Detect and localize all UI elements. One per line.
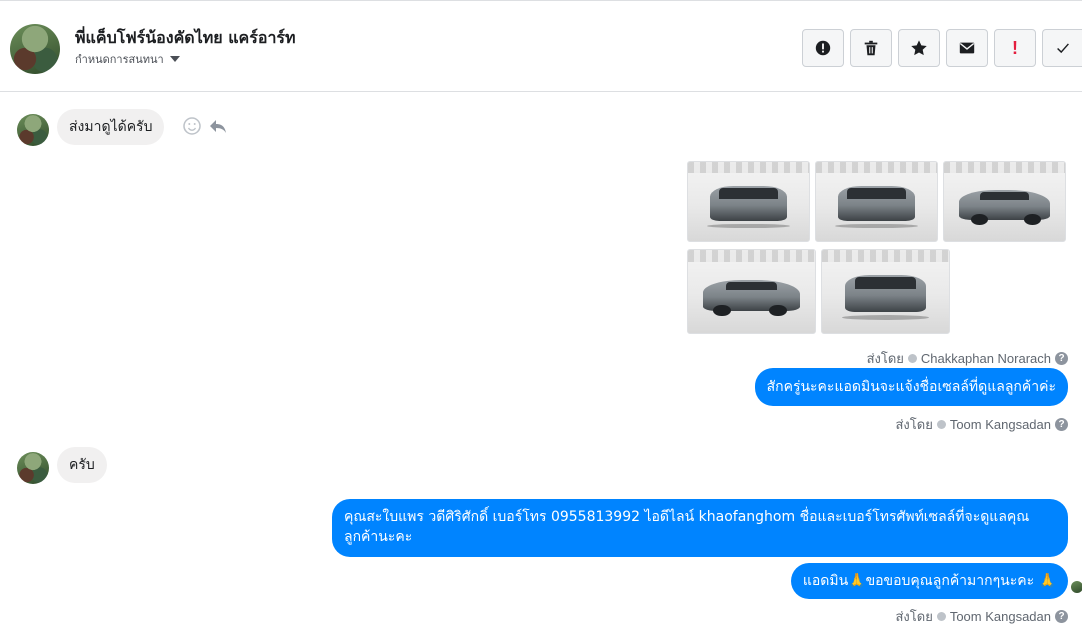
photo-wheel (1023, 214, 1041, 226)
car-photo-side-left[interactable] (687, 249, 816, 334)
envelope-icon (959, 42, 975, 54)
photo-ceiling (822, 250, 949, 262)
reply-icon[interactable] (208, 116, 228, 136)
help-icon[interactable]: ? (1055, 352, 1068, 365)
outgoing-message[interactable]: สักครู่นะคะแอดมินจะแจ้งชื่อเซลล์ที่ดูแลล… (754, 368, 1068, 406)
sender-dot-icon (936, 420, 946, 429)
sent-by-label: ส่งโดย Toom Kangsadan ? (895, 414, 1068, 435)
photo-window (719, 188, 778, 200)
sent-by-name: Chakkaphan Norarach (920, 351, 1051, 366)
sent-by-name: Toom Kangsadan (949, 417, 1051, 432)
car-photo-side-right[interactable] (943, 161, 1066, 242)
trash-icon (864, 40, 878, 56)
sender-avatar[interactable] (17, 114, 49, 146)
sent-by-prefix: ส่งโดย (895, 609, 933, 624)
photo-window (847, 188, 906, 200)
car-photo-rear[interactable] (815, 161, 938, 242)
photo-wheel (713, 304, 732, 317)
car-photo-angle[interactable] (821, 249, 950, 334)
sent-by-name: Toom Kangsadan (949, 609, 1051, 624)
conversation-title[interactable]: พี่แค็บโฟร์น้องคัดไทย แคร์อาร์ท (75, 26, 296, 51)
mark-unread-button[interactable] (946, 29, 988, 67)
photo-window (980, 192, 1029, 200)
photo-shadow (842, 314, 929, 320)
photo-shadow (835, 223, 918, 229)
assign-label: กำหนดการสนทนา (75, 53, 164, 66)
help-icon[interactable]: ? (1055, 418, 1068, 431)
sender-dot-icon (936, 612, 946, 621)
check-icon (1056, 43, 1069, 54)
photo-wheel (970, 214, 988, 226)
photo-window (726, 281, 777, 290)
emoji-icon[interactable] (182, 116, 202, 136)
seen-avatar (1071, 581, 1082, 593)
outgoing-message[interactable]: แอดมิน🙏ขอขอบคุณลูกค้ามากๆนะคะ 🙏 (790, 563, 1068, 599)
sent-by-prefix: ส่งโดย (895, 417, 933, 432)
page-avatar[interactable] (10, 24, 60, 74)
star-button[interactable] (898, 29, 940, 67)
mark-spam-button[interactable]: ! (994, 29, 1036, 67)
sent-by-label: ส่งโดย Toom Kangsadan ? (895, 606, 1068, 627)
car-photo-front[interactable] (687, 161, 810, 242)
photo-ceiling (688, 162, 809, 174)
report-button[interactable] (802, 29, 844, 67)
photo-ceiling (816, 162, 937, 174)
header-actions: ! (802, 29, 1082, 67)
conversation-header: พี่แค็บโฟร์น้องคัดไทย แคร์อาร์ท กำหนดการ… (0, 4, 1082, 92)
photo-ceiling (688, 250, 815, 262)
sender-avatar[interactable] (17, 452, 49, 484)
message-tools (182, 116, 228, 136)
sent-by-label: ส่งโดย Chakkaphan Norarach ? (867, 348, 1068, 369)
photo-window (855, 277, 916, 289)
caret-down-icon (169, 56, 180, 62)
sender-dot-icon (907, 354, 917, 363)
star-icon (911, 40, 927, 56)
incoming-message[interactable]: ส่งมาดูได้ครับ (57, 109, 165, 145)
incoming-message[interactable]: ครับ (57, 447, 107, 483)
photo-ceiling (944, 162, 1065, 174)
photo-wheel (769, 304, 788, 317)
sent-by-prefix: ส่งโดย (866, 351, 904, 366)
photo-shadow (707, 223, 790, 229)
mark-done-button[interactable] (1042, 29, 1082, 67)
delete-button[interactable] (850, 29, 892, 67)
assign-conversation-dropdown[interactable]: กำหนดการสนทนา (75, 50, 180, 68)
exclamation-icon: ! (1012, 37, 1018, 58)
outgoing-message[interactable]: คุณสะใบแพร วดีศิริศักดิ์ เบอร์โทร 095581… (332, 499, 1068, 557)
help-icon[interactable]: ? (1055, 610, 1068, 623)
alert-circle-icon (815, 40, 831, 56)
